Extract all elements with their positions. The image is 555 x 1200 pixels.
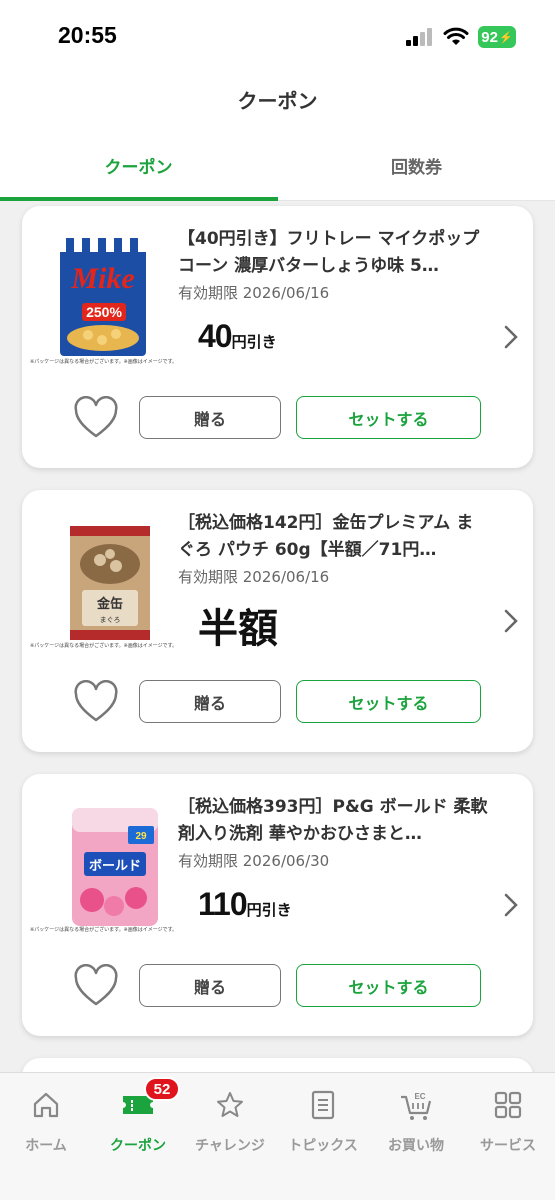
nav-label: クーポン [110, 1138, 166, 1154]
nav-services[interactable]: サービス [462, 1073, 554, 1173]
coupon-card[interactable]: 29 ボールド ※パッケージは異なる場合がございます。※画像はイメージです。 ［… [22, 774, 533, 1036]
heart-icon[interactable] [72, 680, 120, 724]
set-coupon-button[interactable]: セットする [296, 680, 481, 723]
home-icon [26, 1087, 66, 1123]
coupon-discount: 110円引き [198, 886, 292, 923]
ec-cart-icon: EC [396, 1087, 436, 1123]
image-disclaimer: ※パッケージは異なる場合がございます。※画像はイメージです。 [30, 927, 178, 933]
grid-icon [488, 1087, 528, 1123]
nav-label: お買い物 [388, 1138, 444, 1154]
status-bar: 20:55 92 ⚡ [0, 0, 555, 70]
nav-label: トピックス [288, 1138, 358, 1154]
active-tab-indicator [0, 197, 278, 201]
nav-home[interactable]: ホーム [0, 1073, 92, 1173]
nav-label: チャレンジ [195, 1138, 265, 1154]
battery-level: 92 [481, 28, 498, 46]
image-disclaimer: ※パッケージは異なる場合がございます。※画像はイメージです。 [30, 359, 178, 365]
nav-label: ホーム [25, 1138, 67, 1154]
coupon-title: ［税込価格142円］金缶プレミアム まぐろ パウチ 60g【半額／71円… [178, 513, 474, 560]
svg-text:金缶: 金缶 [96, 596, 123, 612]
svg-text:EC: EC [414, 1092, 425, 1101]
tab-tickets[interactable]: 回数券 [278, 130, 555, 201]
nav-shopping[interactable]: EC お買い物 [370, 1073, 462, 1173]
svg-text:まぐろ: まぐろ [100, 616, 121, 624]
nav-challenge[interactable]: チャレンジ [184, 1073, 276, 1173]
gift-button[interactable]: 贈る [139, 680, 281, 723]
coupon-title: ［税込価格393円］P&G ボールド 柔軟剤入り洗剤 華やかおひさまと… [178, 797, 488, 844]
document-icon [303, 1087, 343, 1123]
coupon-discount: 半額 [198, 596, 278, 654]
coupon-expiry: 有効期限 2026/06/16 [178, 568, 330, 586]
tab-coupon[interactable]: クーポン [0, 130, 277, 201]
set-coupon-button[interactable]: セットする [296, 964, 481, 1007]
discount-unit: 円引き [246, 901, 292, 919]
image-disclaimer: ※パッケージは異なる場合がございます。※画像はイメージです。 [30, 643, 178, 649]
discount-amount: 40 [198, 318, 233, 354]
product-image: 29 ボールド [72, 808, 158, 926]
page-title: クーポン [237, 89, 318, 113]
chevron-right-icon[interactable] [503, 608, 519, 634]
svg-text:Mike: Mike [70, 262, 134, 295]
coupon-card[interactable]: 金缶 まぐろ ※パッケージは異なる場合がございます。※画像はイメージです。 ［税… [22, 490, 533, 752]
svg-text:ボールド: ボールド [89, 858, 141, 874]
nav-coupon[interactable]: 52 クーポン [92, 1073, 184, 1173]
page-header: クーポン [0, 70, 555, 130]
signal-icon [406, 28, 432, 46]
gift-button[interactable]: 贈る [139, 396, 281, 439]
discount-unit: 円引き [231, 333, 277, 351]
nav-label: サービス [480, 1138, 536, 1154]
gift-button[interactable]: 贈る [139, 964, 281, 1007]
svg-text:29: 29 [135, 831, 147, 842]
battery-indicator: 92 ⚡ [478, 26, 516, 48]
heart-icon[interactable] [72, 964, 120, 1008]
set-coupon-button[interactable]: セットする [296, 396, 481, 439]
chevron-right-icon[interactable] [503, 892, 519, 918]
coupon-expiry: 有効期限 2026/06/16 [178, 284, 330, 302]
product-image: 金缶 まぐろ [70, 526, 150, 640]
product-image: Mike 250% [60, 238, 146, 356]
tab-bar: クーポン 回数券 [0, 130, 555, 201]
nav-topics[interactable]: トピックス [277, 1073, 369, 1173]
status-time: 20:55 [58, 22, 117, 48]
coupon-expiry: 有効期限 2026/06/30 [178, 852, 330, 870]
discount-amount: 110 [198, 886, 248, 922]
charging-icon: ⚡ [498, 31, 513, 44]
coupon-title: 【40円引き】フリトレー マイクポップコーン 濃厚バターしょうゆ味 5… [178, 229, 480, 276]
chevron-right-icon[interactable] [503, 324, 519, 350]
coupon-card[interactable]: Mike 250% ※パッケージは異なる場合がございます。※画像はイメージです。… [22, 206, 533, 468]
svg-text:250%: 250% [86, 304, 122, 320]
wifi-icon [443, 27, 469, 45]
coupon-discount: 40円引き [198, 318, 277, 355]
heart-icon[interactable] [72, 396, 120, 440]
discount-amount: 半額 [198, 606, 278, 652]
bottom-navigation: ホーム 52 クーポン チャレンジ トピックス EC お買い物 サービス [0, 1072, 555, 1200]
coupon-count-badge: 52 [144, 1077, 180, 1101]
star-icon [210, 1087, 250, 1123]
